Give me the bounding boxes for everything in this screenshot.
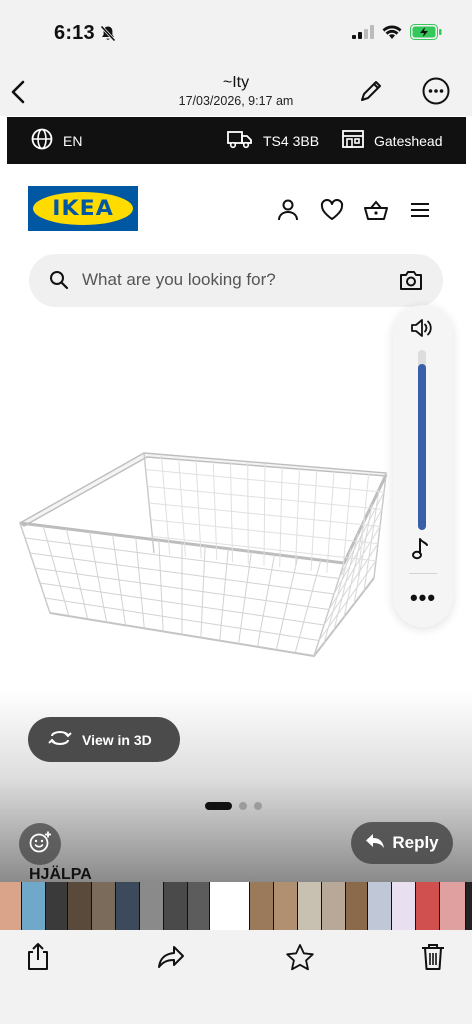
menu-icon[interactable] [407, 197, 433, 223]
view-in-3d-button[interactable]: View in 3D [28, 717, 180, 762]
pager-dot-active[interactable] [205, 802, 232, 810]
volume-slider[interactable] [418, 350, 426, 530]
thumbnail[interactable] [368, 882, 392, 930]
more-options-icon[interactable] [422, 77, 450, 110]
thumbnail[interactable] [346, 882, 368, 930]
photo-title: ~Ity [222, 74, 250, 91]
wifi-icon [382, 24, 402, 45]
language-label: EN [63, 132, 83, 149]
store-label: Gateshead [374, 132, 443, 149]
thumbnail[interactable] [0, 882, 22, 930]
store-selector[interactable]: Gateshead [342, 117, 443, 164]
camera-icon[interactable] [399, 269, 423, 296]
thumbnail[interactable] [210, 882, 250, 930]
rotate-3d-icon [48, 729, 72, 750]
logo-text: IKEA [52, 196, 114, 220]
signal-icon [352, 25, 374, 44]
edit-pencil-icon[interactable] [358, 78, 384, 109]
header-actions [275, 197, 433, 223]
photo-header: ~Ity 17/03/2026, 9:17 am [0, 68, 472, 116]
thumbnail-strip[interactable] [0, 882, 472, 930]
volume-level [418, 364, 426, 530]
thumbnail[interactable] [22, 882, 46, 930]
basket-icon[interactable] [363, 197, 389, 223]
thumbnail[interactable] [440, 882, 466, 930]
thumbnail[interactable] [140, 882, 164, 930]
reply-arrow-icon [365, 833, 385, 854]
speaker-icon [409, 317, 435, 344]
thumbnail[interactable] [416, 882, 440, 930]
bottom-toolbar [0, 930, 472, 1024]
image-pager[interactable] [205, 802, 262, 810]
postcode-label: TS4 3BB [263, 132, 320, 149]
music-note-icon[interactable] [411, 537, 431, 566]
pager-dot[interactable] [254, 802, 262, 810]
ikea-top-bar: EN TS4 3BB Gateshead [7, 117, 466, 164]
thumbnail[interactable] [392, 882, 416, 930]
bell-slash-icon [100, 25, 116, 47]
photo-date: 17/03/2026, 9:17 am [178, 94, 294, 108]
volume-hud[interactable]: ••• [393, 305, 453, 627]
search-placeholder: What are you looking for? [82, 270, 276, 289]
reply-button[interactable]: Reply [351, 822, 453, 864]
profile-icon[interactable] [275, 197, 301, 223]
product-image-wire-basket [14, 448, 394, 668]
thumbnail[interactable] [250, 882, 274, 930]
search-input[interactable]: What are you looking for? [29, 254, 443, 307]
store-icon [342, 129, 364, 152]
status-bar: 6:13 [0, 0, 472, 68]
search-icon [49, 270, 69, 295]
forward-icon[interactable] [156, 942, 186, 972]
thumbnail[interactable] [164, 882, 188, 930]
thumbnail[interactable] [68, 882, 92, 930]
star-icon[interactable] [285, 942, 315, 972]
language-selector[interactable]: EN [31, 117, 82, 164]
globe-icon [31, 128, 53, 153]
add-reaction-button[interactable] [19, 823, 61, 865]
thumbnail[interactable] [298, 882, 322, 930]
smiley-plus-icon [28, 830, 52, 859]
share-icon[interactable] [23, 942, 53, 972]
pager-dot[interactable] [239, 802, 247, 810]
thumbnail[interactable] [46, 882, 68, 930]
thumbnail[interactable] [274, 882, 298, 930]
thumbnail[interactable] [116, 882, 140, 930]
battery-icon [410, 24, 442, 45]
truck-icon [227, 129, 253, 152]
volume-divider [409, 573, 437, 574]
ikea-logo[interactable]: IKEA [28, 186, 138, 231]
view-in-3d-label: View in 3D [82, 731, 152, 748]
heart-icon[interactable] [319, 197, 345, 223]
thumbnail[interactable] [188, 882, 210, 930]
status-time: 6:13 [54, 22, 95, 44]
thumbnail[interactable] [322, 882, 346, 930]
delivery-postcode[interactable]: TS4 3BB [227, 117, 319, 164]
volume-more-icon[interactable]: ••• [393, 585, 453, 611]
thumbnail[interactable] [92, 882, 116, 930]
reply-label: Reply [392, 833, 439, 852]
trash-icon[interactable] [418, 942, 448, 972]
